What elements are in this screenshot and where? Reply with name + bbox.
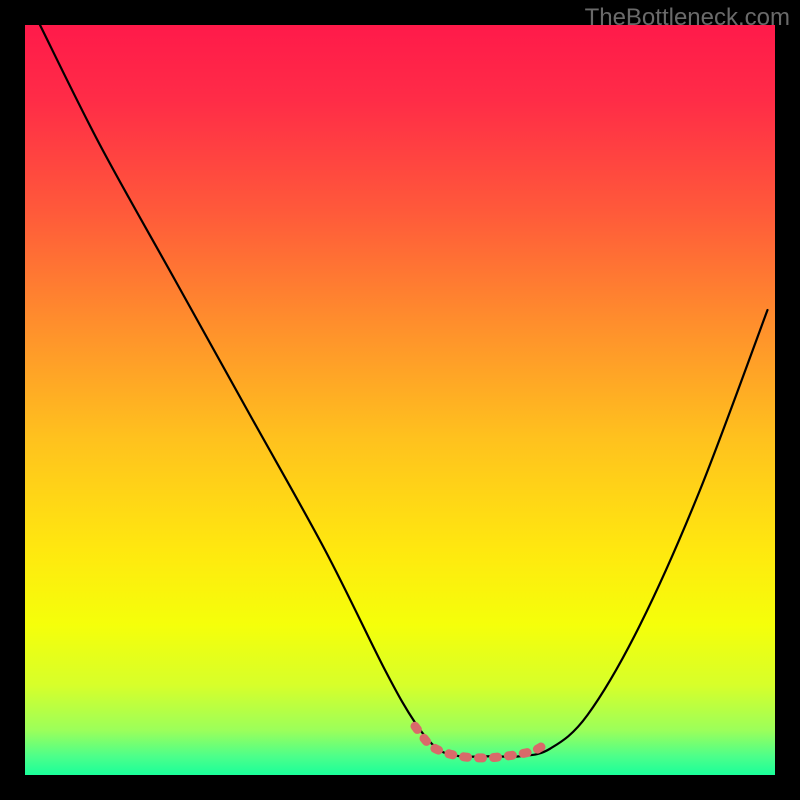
outer-frame: TheBottleneck.com — [0, 0, 800, 800]
curve-layer — [25, 25, 775, 775]
plot-area — [25, 25, 775, 775]
bottleneck-curve — [40, 25, 768, 757]
optimum-band — [415, 726, 550, 758]
attribution-text: TheBottleneck.com — [585, 4, 790, 32]
